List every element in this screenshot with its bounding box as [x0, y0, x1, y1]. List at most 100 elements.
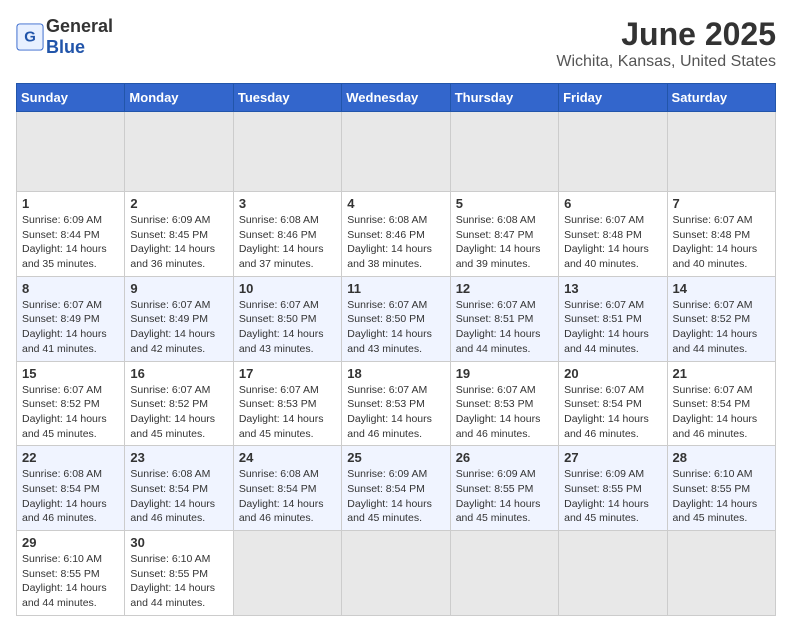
day-number: 20 [564, 366, 661, 381]
day-number: 23 [130, 450, 227, 465]
day-number: 5 [456, 196, 553, 211]
calendar-day-cell: 25 Sunrise: 6:09 AM Sunset: 8:54 PM Dayl… [342, 446, 450, 531]
calendar-day-cell: 16 Sunrise: 6:07 AM Sunset: 8:52 PM Dayl… [125, 361, 233, 446]
day-number: 27 [564, 450, 661, 465]
title-block: June 2025 Wichita, Kansas, United States [556, 16, 776, 71]
day-info: Sunrise: 6:07 AM Sunset: 8:53 PM Dayligh… [456, 383, 553, 442]
day-info: Sunrise: 6:08 AM Sunset: 8:54 PM Dayligh… [130, 467, 227, 526]
calendar-day-cell: 5 Sunrise: 6:08 AM Sunset: 8:47 PM Dayli… [450, 192, 558, 277]
day-number: 25 [347, 450, 444, 465]
day-number: 21 [673, 366, 770, 381]
day-info: Sunrise: 6:10 AM Sunset: 8:55 PM Dayligh… [130, 552, 227, 611]
calendar-day-cell [667, 531, 775, 616]
calendar-day-cell: 10 Sunrise: 6:07 AM Sunset: 8:50 PM Dayl… [233, 276, 341, 361]
day-info: Sunrise: 6:07 AM Sunset: 8:53 PM Dayligh… [347, 383, 444, 442]
calendar-week-row: 1 Sunrise: 6:09 AM Sunset: 8:44 PM Dayli… [17, 192, 776, 277]
day-number: 16 [130, 366, 227, 381]
calendar-day-cell [17, 112, 125, 192]
day-number: 14 [673, 281, 770, 296]
calendar-day-cell [667, 112, 775, 192]
weekday-header: Tuesday [233, 84, 341, 112]
day-number: 10 [239, 281, 336, 296]
day-number: 13 [564, 281, 661, 296]
calendar-week-row: 29 Sunrise: 6:10 AM Sunset: 8:55 PM Dayl… [17, 531, 776, 616]
calendar-day-cell: 6 Sunrise: 6:07 AM Sunset: 8:48 PM Dayli… [559, 192, 667, 277]
calendar-day-cell: 30 Sunrise: 6:10 AM Sunset: 8:55 PM Dayl… [125, 531, 233, 616]
calendar-day-cell: 28 Sunrise: 6:10 AM Sunset: 8:55 PM Dayl… [667, 446, 775, 531]
day-number: 22 [22, 450, 119, 465]
day-info: Sunrise: 6:08 AM Sunset: 8:46 PM Dayligh… [347, 213, 444, 272]
logo-general: General [46, 16, 113, 36]
page-title: June 2025 [556, 16, 776, 53]
calendar-day-cell: 17 Sunrise: 6:07 AM Sunset: 8:53 PM Dayl… [233, 361, 341, 446]
day-info: Sunrise: 6:08 AM Sunset: 8:47 PM Dayligh… [456, 213, 553, 272]
day-info: Sunrise: 6:07 AM Sunset: 8:48 PM Dayligh… [673, 213, 770, 272]
day-number: 18 [347, 366, 444, 381]
day-number: 6 [564, 196, 661, 211]
weekday-header: Monday [125, 84, 233, 112]
day-number: 28 [673, 450, 770, 465]
day-number: 2 [130, 196, 227, 211]
logo-icon: G [16, 23, 44, 51]
logo-text: General Blue [46, 16, 113, 58]
day-number: 19 [456, 366, 553, 381]
day-info: Sunrise: 6:09 AM Sunset: 8:54 PM Dayligh… [347, 467, 444, 526]
day-number: 24 [239, 450, 336, 465]
calendar-day-cell: 15 Sunrise: 6:07 AM Sunset: 8:52 PM Dayl… [17, 361, 125, 446]
calendar-week-row: 15 Sunrise: 6:07 AM Sunset: 8:52 PM Dayl… [17, 361, 776, 446]
calendar-day-cell: 9 Sunrise: 6:07 AM Sunset: 8:49 PM Dayli… [125, 276, 233, 361]
calendar-day-cell [342, 112, 450, 192]
weekday-header: Sunday [17, 84, 125, 112]
day-info: Sunrise: 6:07 AM Sunset: 8:49 PM Dayligh… [22, 298, 119, 357]
calendar-day-cell: 4 Sunrise: 6:08 AM Sunset: 8:46 PM Dayli… [342, 192, 450, 277]
day-info: Sunrise: 6:09 AM Sunset: 8:44 PM Dayligh… [22, 213, 119, 272]
day-number: 3 [239, 196, 336, 211]
calendar-day-cell: 20 Sunrise: 6:07 AM Sunset: 8:54 PM Dayl… [559, 361, 667, 446]
calendar-day-cell [559, 112, 667, 192]
day-info: Sunrise: 6:07 AM Sunset: 8:52 PM Dayligh… [130, 383, 227, 442]
calendar-day-cell: 18 Sunrise: 6:07 AM Sunset: 8:53 PM Dayl… [342, 361, 450, 446]
day-number: 15 [22, 366, 119, 381]
calendar-day-cell: 8 Sunrise: 6:07 AM Sunset: 8:49 PM Dayli… [17, 276, 125, 361]
weekday-header: Friday [559, 84, 667, 112]
calendar-day-cell [233, 531, 341, 616]
day-info: Sunrise: 6:07 AM Sunset: 8:50 PM Dayligh… [347, 298, 444, 357]
day-number: 26 [456, 450, 553, 465]
weekday-header: Thursday [450, 84, 558, 112]
calendar-day-cell [233, 112, 341, 192]
calendar-day-cell: 1 Sunrise: 6:09 AM Sunset: 8:44 PM Dayli… [17, 192, 125, 277]
day-number: 7 [673, 196, 770, 211]
day-number: 29 [22, 535, 119, 550]
calendar-day-cell: 11 Sunrise: 6:07 AM Sunset: 8:50 PM Dayl… [342, 276, 450, 361]
calendar-day-cell [342, 531, 450, 616]
calendar-header-row: SundayMondayTuesdayWednesdayThursdayFrid… [17, 84, 776, 112]
page-subtitle: Wichita, Kansas, United States [556, 53, 776, 71]
day-number: 8 [22, 281, 119, 296]
day-number: 30 [130, 535, 227, 550]
calendar-day-cell: 19 Sunrise: 6:07 AM Sunset: 8:53 PM Dayl… [450, 361, 558, 446]
calendar-day-cell: 7 Sunrise: 6:07 AM Sunset: 8:48 PM Dayli… [667, 192, 775, 277]
day-info: Sunrise: 6:10 AM Sunset: 8:55 PM Dayligh… [673, 467, 770, 526]
day-info: Sunrise: 6:09 AM Sunset: 8:55 PM Dayligh… [564, 467, 661, 526]
calendar-day-cell: 29 Sunrise: 6:10 AM Sunset: 8:55 PM Dayl… [17, 531, 125, 616]
calendar-table: SundayMondayTuesdayWednesdayThursdayFrid… [16, 83, 776, 616]
weekday-header: Saturday [667, 84, 775, 112]
day-info: Sunrise: 6:09 AM Sunset: 8:55 PM Dayligh… [456, 467, 553, 526]
day-info: Sunrise: 6:08 AM Sunset: 8:54 PM Dayligh… [239, 467, 336, 526]
day-number: 17 [239, 366, 336, 381]
calendar-week-row: 22 Sunrise: 6:08 AM Sunset: 8:54 PM Dayl… [17, 446, 776, 531]
day-info: Sunrise: 6:09 AM Sunset: 8:45 PM Dayligh… [130, 213, 227, 272]
day-info: Sunrise: 6:07 AM Sunset: 8:53 PM Dayligh… [239, 383, 336, 442]
day-info: Sunrise: 6:07 AM Sunset: 8:49 PM Dayligh… [130, 298, 227, 357]
calendar-day-cell: 23 Sunrise: 6:08 AM Sunset: 8:54 PM Dayl… [125, 446, 233, 531]
day-info: Sunrise: 6:10 AM Sunset: 8:55 PM Dayligh… [22, 552, 119, 611]
svg-text:G: G [24, 29, 36, 46]
calendar-day-cell: 27 Sunrise: 6:09 AM Sunset: 8:55 PM Dayl… [559, 446, 667, 531]
day-number: 4 [347, 196, 444, 211]
logo: G General Blue [16, 16, 113, 58]
calendar-day-cell: 3 Sunrise: 6:08 AM Sunset: 8:46 PM Dayli… [233, 192, 341, 277]
calendar-week-row: 8 Sunrise: 6:07 AM Sunset: 8:49 PM Dayli… [17, 276, 776, 361]
page-header: G General Blue June 2025 Wichita, Kansas… [16, 16, 776, 71]
calendar-day-cell: 22 Sunrise: 6:08 AM Sunset: 8:54 PM Dayl… [17, 446, 125, 531]
day-info: Sunrise: 6:07 AM Sunset: 8:52 PM Dayligh… [22, 383, 119, 442]
